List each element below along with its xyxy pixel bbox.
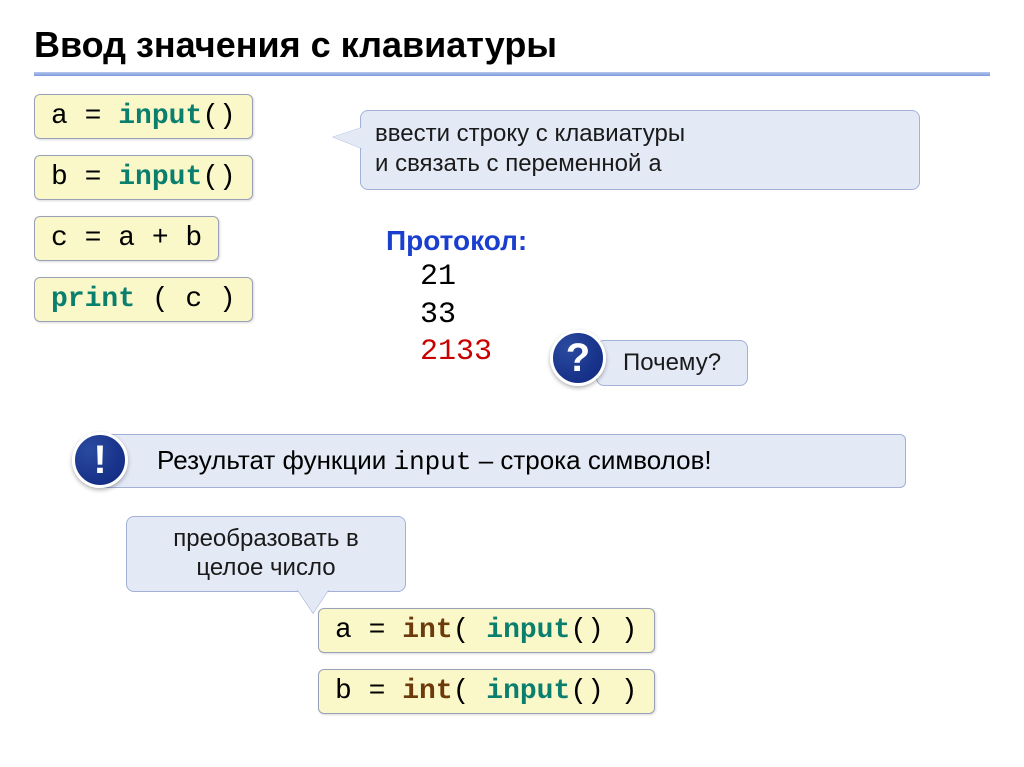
question-mark-icon: ?: [566, 336, 590, 381]
callout-text: преобразовать в: [173, 525, 359, 552]
code-line-5: a = int( input() ): [318, 608, 655, 653]
info-bar-result: Результат функции input – строка символо…: [96, 434, 906, 488]
exclaim-badge: !: [72, 432, 128, 488]
info-fn: input: [393, 447, 471, 477]
callout-convert: преобразовать в целое число: [126, 516, 406, 592]
question-badge: ?: [550, 330, 606, 386]
protocol-label: Протокол:: [386, 225, 527, 257]
title-underline: [34, 72, 990, 76]
page-title: Ввод значения с клавиатуры: [34, 24, 990, 66]
callout-text: ввести строку с клавиатуры: [375, 120, 685, 147]
exclamation-icon: !: [93, 438, 106, 483]
code-line-1: a = input(): [34, 94, 253, 139]
protocol-value: 21: [420, 259, 527, 297]
protocol-block: Протокол: 21 33 2133: [386, 225, 527, 372]
callout-text: Почему?: [623, 349, 721, 376]
callout-var: a: [648, 152, 662, 179]
callout-text: и связать с переменной: [375, 150, 648, 177]
code-line-6: b = int( input() ): [318, 669, 655, 714]
protocol-value: 33: [420, 297, 527, 335]
callout-text: целое число: [196, 554, 335, 581]
code-line-3: c = a + b: [34, 216, 219, 261]
info-text: Результат функции: [157, 445, 393, 475]
protocol-result: 2133: [420, 334, 527, 372]
code-line-4: print ( c ): [34, 277, 253, 322]
callout-input-description: ввести строку с клавиатуры и связать с п…: [360, 110, 920, 190]
code-line-2: b = input(): [34, 155, 253, 200]
callout-why: Почему?: [596, 340, 748, 386]
info-text: – строка символов!: [471, 445, 711, 475]
